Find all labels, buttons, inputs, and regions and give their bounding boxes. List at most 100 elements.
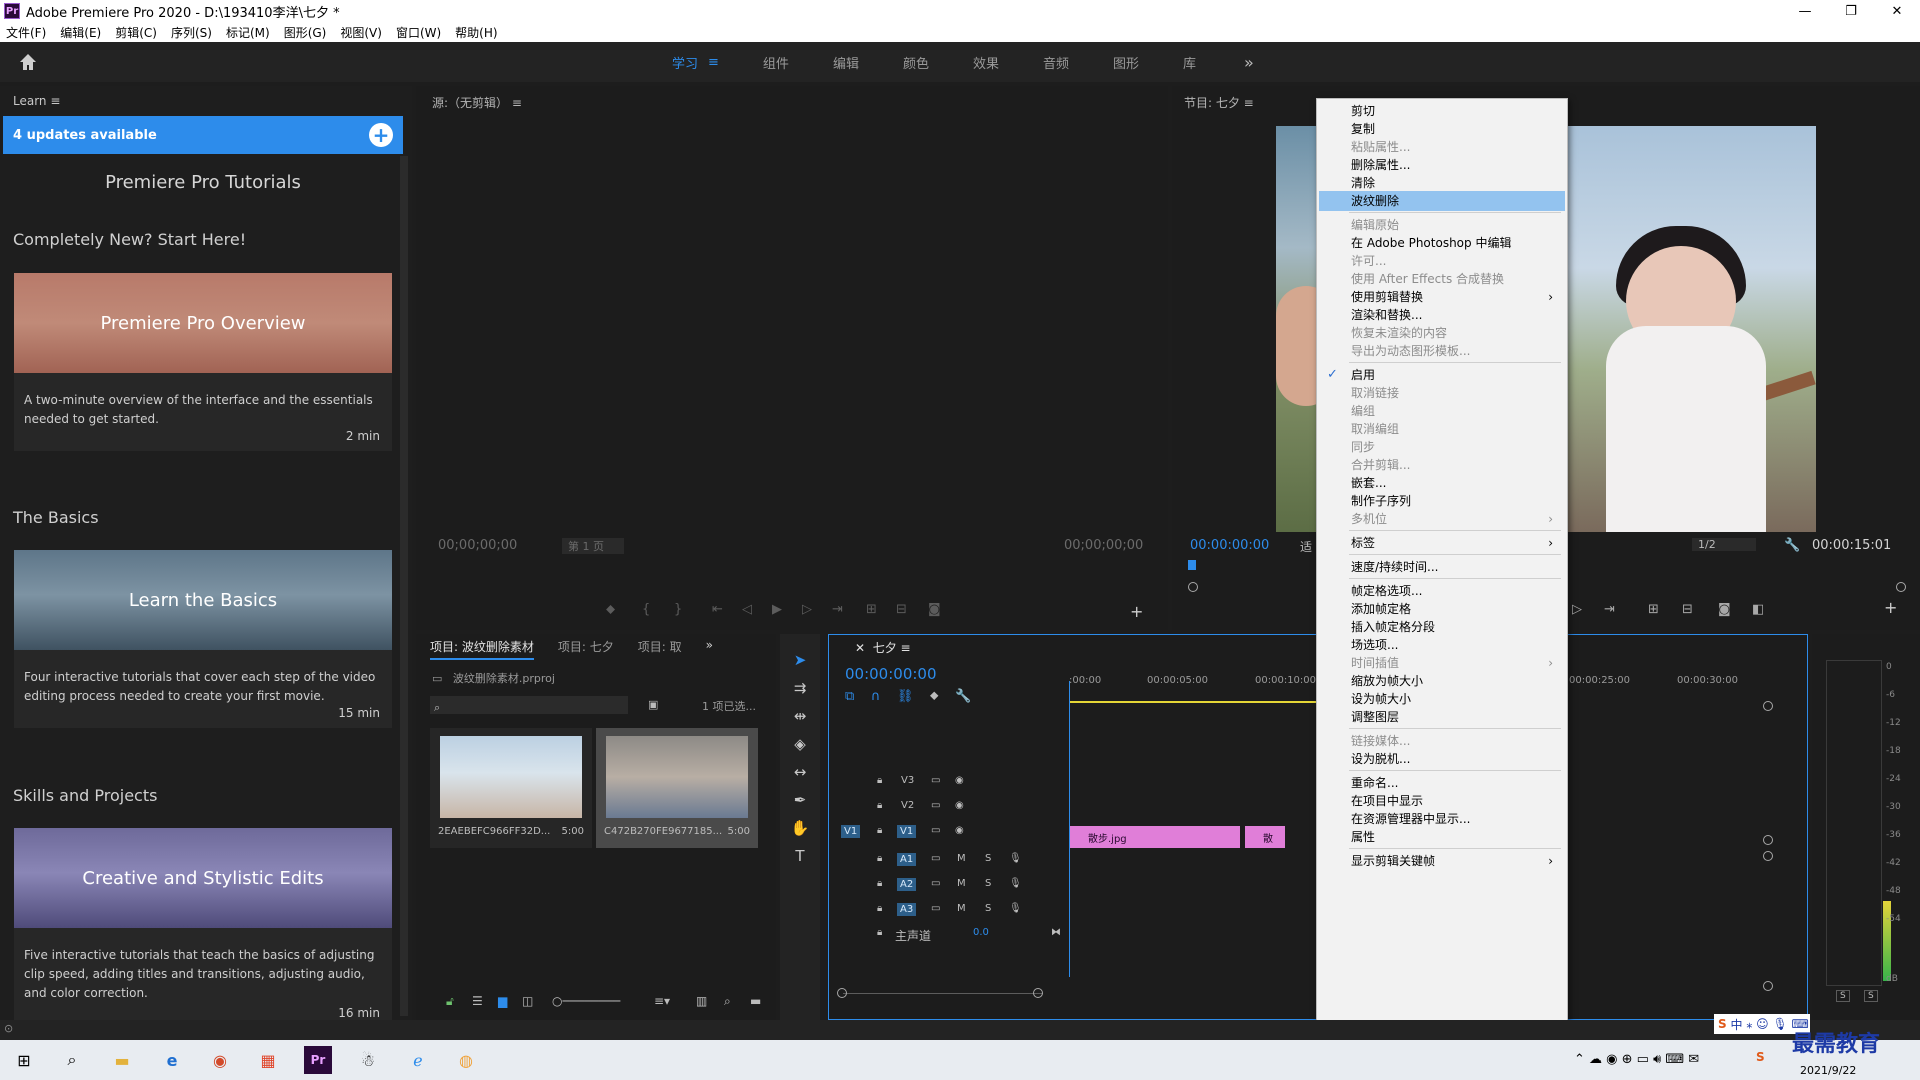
mic-icon[interactable]: 🎙︎ — [1009, 853, 1022, 864]
lock-icon[interactable]: 🔒︎ — [877, 775, 882, 786]
step-forward-icon[interactable]: ▷ — [802, 602, 812, 617]
add-icon[interactable]: + — [369, 123, 393, 147]
mic-icon[interactable]: 🎙︎ — [1009, 878, 1022, 889]
program-zoom-handle-right[interactable] — [1896, 582, 1906, 592]
export-frame-icon[interactable]: ◙ — [1718, 602, 1731, 617]
step-forward-icon[interactable]: ▷ — [1572, 602, 1582, 617]
workspace-tab-editing[interactable]: 编辑 — [833, 53, 859, 72]
context-menu-item[interactable]: 波纹删除 — [1319, 191, 1565, 211]
panel-menu-icon[interactable]: ≡ — [50, 94, 60, 108]
tray-icons[interactable]: ⌃ ☁ ◉ ⊕ ▭ 🔊︎ ⌨ ✉ — [1574, 1052, 1699, 1067]
timeline-vscroll-handle[interactable] — [1763, 851, 1773, 861]
timeline-clip[interactable]: 散步.jpg — [1070, 826, 1240, 848]
context-menu-item[interactable]: 属性 — [1319, 827, 1565, 847]
go-in-icon[interactable]: ⇤ — [712, 602, 723, 617]
minimize-button[interactable]: — — [1782, 0, 1828, 22]
source-page-select[interactable]: 第 1 页 — [562, 538, 624, 554]
tutorial-card-overview[interactable]: Premiere Pro Overview A two-minute overv… — [14, 273, 392, 451]
qq-icon[interactable]: ☃ — [354, 1046, 382, 1074]
learn-scrollbar[interactable] — [400, 156, 408, 1016]
project-search-input[interactable]: ⌕ — [430, 696, 628, 714]
snap-icon[interactable]: ∩ — [871, 689, 881, 704]
context-menu-item[interactable]: 删除属性... — [1319, 155, 1565, 175]
lock-icon[interactable]: 🔓︎ — [446, 994, 454, 1009]
ie-icon[interactable]: ℯ — [404, 1046, 432, 1074]
file-explorer-icon[interactable]: ▬ — [108, 1046, 136, 1074]
linked-selection-icon[interactable]: ⛓ — [897, 689, 914, 704]
workspace-menu-icon[interactable]: ≡ — [708, 55, 719, 70]
insert-icon[interactable]: ⊞ — [866, 602, 877, 617]
context-menu-item[interactable]: 重命名... — [1319, 773, 1565, 793]
context-menu-item[interactable]: 调整图层 — [1319, 707, 1565, 727]
list-view-icon[interactable]: ☰ — [472, 994, 483, 1008]
program-fit-select[interactable]: 适 — [1300, 538, 1312, 555]
new-bin-folder-icon[interactable]: ▬ — [750, 994, 761, 1008]
track-name[interactable]: V3 — [901, 775, 914, 786]
tab-project-qixi[interactable]: 项目: 七夕 — [558, 638, 614, 660]
close-icon[interactable]: ✕ — [855, 641, 865, 655]
program-resolution-select[interactable]: 1/2 — [1692, 538, 1756, 551]
project-item[interactable]: C472B270FE9677185... 5:00 — [596, 728, 758, 848]
lock-icon[interactable]: 🔒︎ — [877, 927, 882, 938]
wrench-icon[interactable]: 🔧 — [1784, 538, 1800, 553]
mark-in-icon[interactable]: { — [642, 602, 650, 617]
razor-tool-icon[interactable]: ◈ — [780, 730, 820, 758]
tab-project-other[interactable]: 项目: 取 — [638, 638, 682, 660]
context-menu-item[interactable]: 显示剪辑关键帧 › — [1319, 851, 1565, 871]
context-menu-item[interactable]: 在 Adobe Photoshop 中编辑 — [1319, 233, 1565, 253]
workspace-tab-audio[interactable]: 音频 — [1043, 53, 1069, 72]
new-bin-icon[interactable]: ▣ — [648, 698, 658, 711]
context-menu-item[interactable]: 清除 — [1319, 173, 1565, 193]
master-volume[interactable]: 0.0 — [973, 927, 989, 938]
lock-icon[interactable]: 🔒︎ — [877, 853, 882, 864]
workspace-tab-libraries[interactable]: 库 — [1183, 53, 1196, 72]
context-menu-item[interactable]: 场选项... — [1319, 635, 1565, 655]
close-button[interactable]: ✕ — [1874, 0, 1920, 22]
add-button-icon[interactable]: + — [1884, 598, 1897, 617]
lock-icon[interactable]: 🔒︎ — [877, 825, 882, 836]
pen-tool-icon[interactable]: ✒ — [780, 786, 820, 814]
tutorial-card-creative[interactable]: Creative and Stylistic Edits Five intera… — [14, 828, 392, 1020]
context-menu-item[interactable]: 速度/持续时间... — [1319, 557, 1565, 577]
program-playhead-marker[interactable] — [1188, 560, 1196, 570]
mute-button[interactable]: M — [957, 853, 966, 864]
context-menu-item[interactable]: 插入帧定格分段 — [1319, 617, 1565, 637]
slip-tool-icon[interactable]: ↔ — [780, 758, 820, 786]
menu-graphics[interactable]: 图形(G) — [284, 24, 327, 41]
menu-clip[interactable]: 剪辑(C) — [115, 24, 157, 41]
updates-banner[interactable]: 4 updates available + — [3, 116, 403, 154]
menu-sequence[interactable]: 序列(S) — [171, 24, 212, 41]
context-menu-item[interactable]: 添加帧定格 — [1319, 599, 1565, 619]
context-menu-item[interactable]: 启用 ✓ — [1319, 365, 1565, 385]
context-menu-item[interactable]: 剪切 — [1319, 101, 1565, 121]
timeline-timecode[interactable]: 00:00:00:00 — [845, 665, 937, 683]
sogou-ime-icon[interactable]: S — [1756, 1050, 1765, 1064]
timeline-hscrollbar[interactable] — [837, 988, 1043, 1003]
context-menu-item[interactable]: 渲染和替换... — [1319, 305, 1565, 325]
icon-view-icon[interactable]: ▆ — [498, 994, 507, 1008]
program-zoom-handle-left[interactable] — [1188, 582, 1198, 592]
context-menu-item[interactable]: 制作子序列 — [1319, 491, 1565, 511]
workspace-tab-graphics[interactable]: 图形 — [1113, 53, 1139, 72]
overwrite-icon[interactable]: ⊟ — [896, 602, 907, 617]
lift-icon[interactable]: ⊞ — [1648, 602, 1659, 617]
track-name[interactable]: V1 — [897, 825, 917, 838]
workspace-tab-learn[interactable]: 学习 — [672, 53, 698, 72]
solo-right-button[interactable]: S — [1864, 990, 1878, 1002]
add-marker-icon[interactable]: ⬥ — [930, 689, 939, 704]
timeline-vscroll-handle[interactable] — [1763, 981, 1773, 991]
track-name[interactable]: A2 — [897, 878, 917, 891]
solo-left-button[interactable]: S — [1836, 990, 1850, 1002]
toggle-sync-icon[interactable]: ▭ — [931, 853, 940, 864]
tab-project-ripple[interactable]: 项目: 波纹删除素材 — [430, 638, 534, 660]
play-icon[interactable]: ▶ — [772, 602, 782, 617]
toggle-sync-icon[interactable]: ▭ — [931, 878, 940, 889]
menu-window[interactable]: 窗口(W) — [396, 24, 441, 41]
marker-icon[interactable]: ⬥ — [606, 602, 615, 617]
mute-button[interactable]: M — [957, 878, 966, 889]
menu-edit[interactable]: 编辑(E) — [60, 24, 101, 41]
toggle-sync-icon[interactable]: ▭ — [931, 800, 940, 811]
chrome-icon[interactable]: ◉ — [206, 1046, 234, 1074]
eye-icon[interactable]: ◉ — [955, 825, 964, 836]
lock-icon[interactable]: 🔒︎ — [877, 800, 882, 811]
